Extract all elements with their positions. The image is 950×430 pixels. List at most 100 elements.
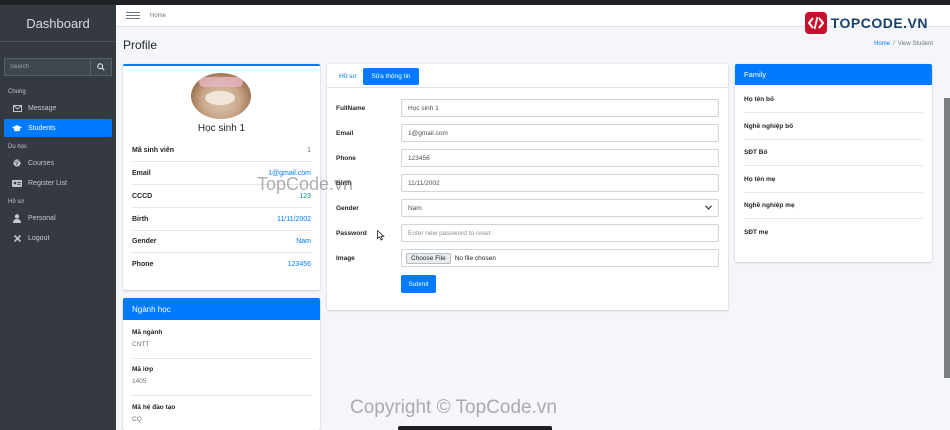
form-row-fullname: FullName Học sinh 1 (336, 99, 719, 117)
sidebar-item-message[interactable]: Message (4, 99, 112, 117)
menu-toggle-icon[interactable] (126, 10, 140, 21)
video-progress-handle (398, 426, 552, 430)
info-label: Email (132, 169, 151, 177)
form-row-email: Email 1@gmail.com (336, 124, 719, 142)
sidebar-item-courses[interactable]: Courses (4, 154, 112, 172)
info-label: Gender (132, 237, 157, 245)
field-label: Email (336, 129, 354, 137)
birth-field[interactable]: 11/11/2002 (401, 174, 719, 192)
nav-header-chung: Chung (8, 89, 26, 95)
profile-name: Học sinh 1 (197, 123, 246, 134)
form-row-gender: Gender Nam (336, 199, 719, 217)
gender-select[interactable]: Nam (401, 199, 719, 217)
email-field[interactable]: 1@gmail.com (401, 124, 719, 142)
home-link[interactable]: Home (150, 13, 166, 19)
image-file-input[interactable]: Choose File No file chosen (401, 249, 719, 267)
right-edge-bar (944, 98, 950, 378)
family-row-mother-job: Nghề nghiệp mẹ (744, 193, 923, 219)
field-label: Gender (336, 204, 359, 212)
family-row-father-phone: SĐT Bố (744, 140, 923, 166)
field-label: FullName (336, 104, 366, 112)
form-row-phone: Phone 123456 (336, 149, 719, 167)
sidebar: Dashboard Chung Message Students Du học … (0, 5, 116, 430)
gender-select-value: Nam (408, 204, 422, 212)
info-value: 123456 (287, 261, 311, 268)
info-value: 11/11/2002 (277, 215, 311, 223)
file-status: No file chosen (454, 254, 496, 262)
family-card: Family Họ tên bố Nghề nghiệp bố SĐT Bố H… (735, 64, 932, 262)
sidebar-item-students[interactable]: Students (4, 119, 112, 137)
sidebar-item-label: Message (28, 104, 57, 112)
sidebar-item-label: Personal (28, 214, 56, 222)
family-row-mother-phone: SĐT mẹ (744, 228, 769, 236)
globe-icon (12, 158, 22, 168)
sidebar-item-label: Logout (28, 234, 50, 242)
info-row-student-id: Mã sinh viên 1 (132, 139, 311, 162)
sidebar-item-logout[interactable]: Logout (4, 229, 112, 247)
info-row-phone: Phone 123456 (132, 253, 311, 276)
nav-header-du-hoc: Du học (8, 144, 28, 150)
code-logo-icon (804, 12, 827, 34)
form-row-image: Image Choose File No file chosen (336, 249, 719, 267)
breadcrumb-separator: / (893, 41, 895, 47)
chevron-down-icon (705, 205, 712, 210)
field-label: Phone (336, 154, 356, 162)
form-row-birth: Birth 11/11/2002 (336, 174, 719, 192)
watermark-topcode: TopCode.vn (257, 174, 354, 194)
info-row-gender: Gender Nam (132, 230, 311, 253)
graduation-cap-icon (12, 123, 22, 133)
breadcrumb-current: View Student (897, 41, 933, 47)
info-label: Birth (132, 215, 149, 223)
profile-tabs: Hồ sơ Sửa thông tin (327, 64, 728, 88)
sidebar-search (4, 58, 112, 76)
edit-profile-card: Hồ sơ Sửa thông tin FullName Học sinh 1 … (327, 64, 728, 310)
tab-profile[interactable]: Hồ sơ (332, 68, 364, 85)
id-card-icon (12, 178, 22, 188)
logo-text: TOPCODE.VN (830, 15, 928, 31)
family-row-father-name: Họ tên bố (744, 87, 923, 113)
major-item-program: Mã hệ đào tạo CQ (132, 398, 311, 430)
close-icon (12, 233, 22, 243)
sidebar-item-register-list[interactable]: Register List (4, 174, 112, 192)
sidebar-item-label: Courses (28, 159, 55, 167)
brand-title[interactable]: Dashboard (0, 5, 116, 42)
top-navbar: Home TOPCODE.VN (116, 5, 950, 34)
info-row-birth: Birth 11/11/2002 (132, 208, 311, 231)
major-label: Mã lớp (132, 366, 154, 373)
major-value: CNTT (132, 341, 150, 348)
major-value: CQ (132, 416, 142, 423)
major-item-class: Mã lớp 1405 (132, 360, 311, 396)
watermark-copyright: Copyright © TopCode.vn (350, 397, 557, 418)
fullname-field[interactable]: Học sinh 1 (401, 99, 719, 117)
user-icon (12, 213, 22, 223)
phone-field[interactable]: 123456 (401, 149, 719, 167)
page-title: Profile (123, 38, 158, 52)
sidebar-item-label: Students (28, 124, 56, 132)
major-item-code: Mã ngành CNTT (132, 323, 311, 359)
form-row-password: Password Enter new password to reset (336, 224, 719, 242)
field-label: Password (336, 229, 367, 237)
tab-edit-info[interactable]: Sửa thông tin (363, 68, 419, 85)
search-button[interactable] (90, 58, 112, 76)
info-label: CCCD (132, 192, 153, 200)
avatar (191, 73, 251, 119)
choose-file-button[interactable]: Choose File (406, 252, 451, 264)
password-field[interactable]: Enter new password to reset (401, 224, 719, 242)
info-label: Mã sinh viên (132, 146, 175, 154)
info-value: 1 (307, 146, 311, 154)
mouse-cursor-icon (377, 230, 385, 241)
search-input[interactable] (4, 58, 90, 76)
search-icon (97, 63, 105, 71)
field-label: Image (336, 254, 355, 262)
major-card: Ngành học Mã ngành CNTT Mã lớp 1405 Mã hệ … (123, 298, 320, 430)
family-card-title: Family (735, 64, 932, 85)
family-row-father-job: Nghề nghiệp bố (744, 114, 923, 140)
major-value: 1405 (132, 378, 147, 385)
sidebar-item-personal[interactable]: Personal (4, 209, 112, 227)
major-card-title: Ngành học (123, 298, 320, 320)
info-value: Nam (296, 237, 311, 245)
major-label: Mã hệ đào tạo (132, 404, 176, 411)
submit-button[interactable]: Submit (401, 275, 436, 293)
breadcrumb-home[interactable]: Home (874, 41, 890, 47)
major-label: Mã ngành (132, 329, 163, 336)
